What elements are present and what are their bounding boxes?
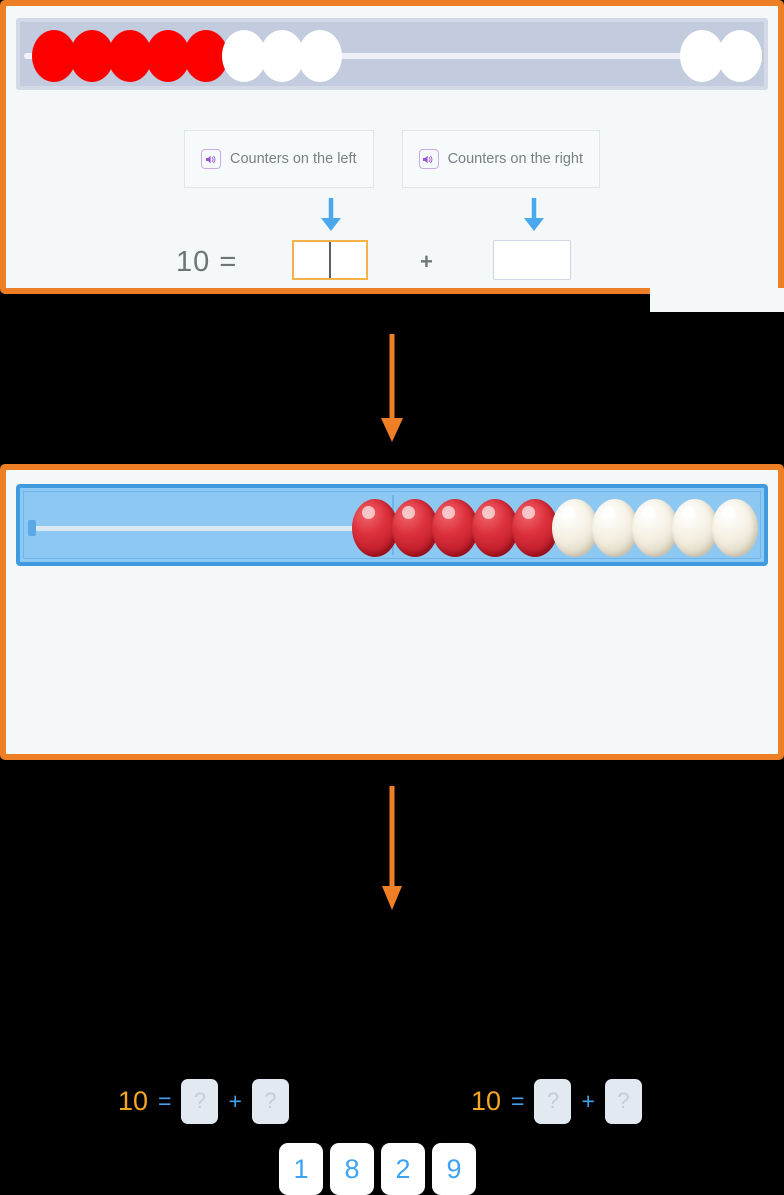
equation-total: 10 [118, 1085, 149, 1116]
arrow-down-icon [518, 196, 550, 239]
bead-rack-bottom[interactable] [16, 484, 768, 566]
equation-row-right: 10 = ? + ? [471, 1074, 642, 1128]
audio-button-row: Counters on the left Counters on the rig… [6, 130, 778, 188]
equals-sign: = [158, 1087, 172, 1114]
bead-white[interactable] [718, 30, 762, 82]
equation-total: 10 = [176, 245, 238, 278]
audio-button-label: Counters on the left [230, 151, 357, 167]
bead-group-right[interactable] [680, 30, 762, 82]
bead-group-left[interactable] [32, 30, 342, 82]
equation-row-left: 10 = ? + ? [118, 1074, 289, 1128]
plus-sign: + [581, 1087, 595, 1114]
speaker-icon [201, 149, 221, 169]
rod-cap-left [28, 520, 36, 536]
worksheet-panel-bottom: 10 = ? + ? 10 = ? + ? 1829 [0, 464, 784, 1195]
number-tile-2[interactable]: 2 [381, 1143, 425, 1195]
number-tile-9[interactable]: 9 [432, 1143, 476, 1195]
right-addend-input[interactable] [493, 240, 571, 280]
pointer-arrow-row [6, 196, 778, 234]
number-tile-8[interactable]: 8 [330, 1143, 374, 1195]
plus-sign: + [228, 1087, 242, 1114]
answer-slot-1[interactable]: ? [534, 1078, 572, 1124]
bead-rack-top[interactable] [16, 18, 768, 90]
arrow-down-icon [371, 786, 413, 917]
panel-top-extension [650, 288, 784, 312]
answer-slot-2[interactable]: ? [604, 1078, 642, 1124]
arrow-down-icon [315, 196, 347, 239]
answer-slot-1[interactable]: ? [181, 1078, 219, 1124]
number-tile-1[interactable]: 1 [279, 1143, 323, 1195]
number-tile-row: 1829 [279, 1143, 476, 1195]
plus-sign: + [420, 249, 433, 274]
audio-button-counters-left[interactable]: Counters on the left [184, 130, 374, 188]
text-caret [329, 242, 331, 278]
bead-group[interactable] [352, 498, 758, 558]
equation-row-top: 10 = + [6, 234, 778, 290]
arrow-down-icon [371, 334, 413, 449]
equals-sign: = [511, 1087, 525, 1114]
audio-button-label: Counters on the right [447, 151, 583, 167]
equation-total: 10 [471, 1085, 502, 1116]
left-addend-input[interactable] [292, 240, 368, 280]
answer-slot-2[interactable]: ? [251, 1078, 289, 1124]
audio-button-counters-right[interactable]: Counters on the right [401, 130, 600, 188]
speaker-icon [418, 149, 439, 169]
worksheet-panel-top: Counters on the left Counters on the rig… [0, 0, 784, 294]
bead-cream[interactable] [712, 499, 758, 557]
bead-white[interactable] [298, 30, 342, 82]
